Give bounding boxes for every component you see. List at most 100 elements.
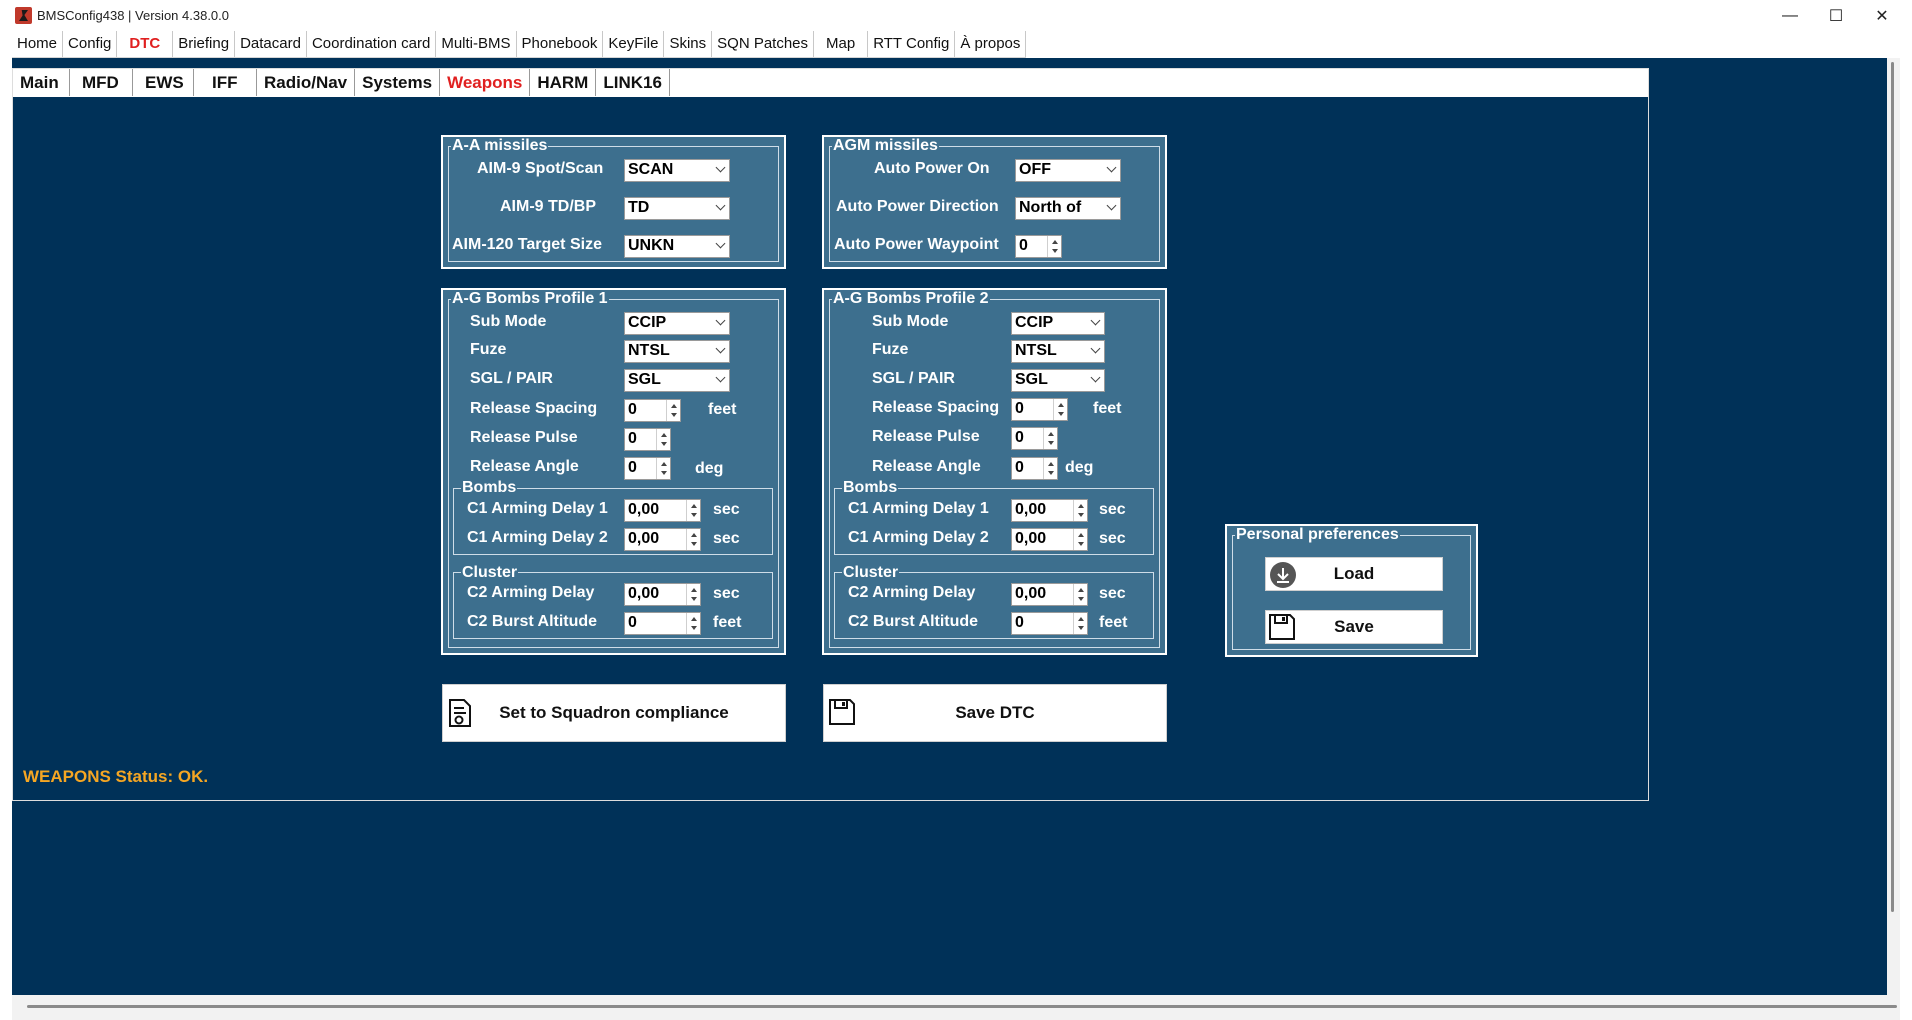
aim9-td-select[interactable]: TD bbox=[624, 197, 730, 220]
p1-release-pulse-value: 0 bbox=[628, 430, 637, 447]
subtab-ews[interactable]: EWS bbox=[133, 69, 194, 96]
auto-power-waypoint-stepper[interactable]: 0 bbox=[1015, 235, 1062, 258]
title-bar: BMSConfig438 | Version 4.38.0.0 — ☐ ✕ bbox=[0, 0, 1912, 31]
p2-c1-delay1-stepper[interactable]: 0,00 bbox=[1011, 499, 1088, 522]
p1-sgl-pair-select[interactable]: SGL bbox=[624, 369, 730, 392]
download-icon bbox=[1270, 562, 1296, 588]
tab-rtt-config[interactable]: RTT Config bbox=[868, 31, 956, 57]
spinner-arrows-icon[interactable] bbox=[1073, 613, 1087, 634]
p1-fuze-label: Fuze bbox=[470, 341, 507, 358]
spinner-arrows-icon[interactable] bbox=[656, 429, 670, 450]
chevron-down-icon bbox=[715, 372, 726, 383]
p1-sub-mode-select[interactable]: CCIP bbox=[624, 312, 730, 335]
subtab-mfd[interactable]: MFD bbox=[70, 69, 133, 96]
minimize-button[interactable]: — bbox=[1767, 0, 1813, 31]
subtab-radio-nav[interactable]: Radio/Nav bbox=[257, 69, 356, 96]
close-button[interactable]: ✕ bbox=[1859, 0, 1905, 31]
subtab-systems[interactable]: Systems bbox=[355, 69, 441, 96]
p2-release-pulse-label: Release Pulse bbox=[872, 428, 980, 445]
p2-c2-burst-unit: feet bbox=[1099, 614, 1128, 631]
tab-keyfile[interactable]: KeyFile bbox=[603, 31, 665, 57]
p1-c2-burst-stepper[interactable]: 0 bbox=[624, 612, 701, 635]
horizontal-scroll-thumb[interactable] bbox=[27, 1005, 1897, 1008]
tab-config[interactable]: Config bbox=[63, 31, 118, 57]
vertical-scroll-thumb[interactable] bbox=[1891, 62, 1894, 912]
subtab-link16[interactable]: LINK16 bbox=[596, 69, 670, 96]
tab-map[interactable]: Map bbox=[814, 31, 869, 57]
p2-sgl-pair-select[interactable]: SGL bbox=[1011, 369, 1105, 392]
tab-a-propos[interactable]: À propos bbox=[955, 31, 1027, 57]
p1-c2-delay-unit: sec bbox=[713, 585, 740, 602]
p1-c2-delay-stepper[interactable]: 0,00 bbox=[624, 583, 701, 606]
p2-release-pulse-stepper[interactable]: 0 bbox=[1011, 427, 1058, 450]
p2-c2-delay-unit: sec bbox=[1099, 585, 1126, 602]
p2-release-angle-stepper[interactable]: 0 bbox=[1011, 457, 1058, 480]
aim120-select[interactable]: UNKN bbox=[624, 235, 730, 258]
p1-c1-delay1-stepper[interactable]: 0,00 bbox=[624, 499, 701, 522]
p2-c1-delay2-stepper[interactable]: 0,00 bbox=[1011, 528, 1088, 551]
subtab-main[interactable]: Main bbox=[13, 69, 70, 96]
horizontal-scrollbar[interactable] bbox=[12, 995, 1900, 1020]
p1-release-angle-label: Release Angle bbox=[470, 458, 579, 475]
load-preferences-button[interactable]: Load bbox=[1265, 557, 1443, 591]
save-dtc-label: Save DTC bbox=[955, 703, 1035, 722]
tab-home[interactable]: Home bbox=[12, 31, 64, 57]
ag-bombs-profile-2-group: A-G Bombs Profile 2 Sub Mode CCIP Fuze N… bbox=[822, 288, 1167, 655]
maximize-button[interactable]: ☐ bbox=[1813, 0, 1859, 31]
p2-c2-delay-stepper[interactable]: 0,00 bbox=[1011, 583, 1088, 606]
p2-sub-mode-select[interactable]: CCIP bbox=[1011, 312, 1105, 335]
tab-multi-bms[interactable]: Multi-BMS bbox=[436, 31, 517, 57]
spinner-arrows-icon[interactable] bbox=[686, 529, 700, 550]
tab-datacard[interactable]: Datacard bbox=[235, 31, 307, 57]
p1-release-pulse-label: Release Pulse bbox=[470, 429, 578, 446]
spinner-arrows-icon[interactable] bbox=[656, 458, 670, 479]
spinner-arrows-icon[interactable] bbox=[1047, 236, 1061, 257]
spinner-arrows-icon[interactable] bbox=[686, 584, 700, 605]
p1-bombs-legend: Bombs bbox=[461, 479, 518, 497]
spinner-arrows-icon[interactable] bbox=[686, 500, 700, 521]
agm-missiles-group: AGM missiles Auto Power On OFF Auto Powe… bbox=[822, 135, 1167, 269]
auto-power-direction-select[interactable]: North of bbox=[1015, 197, 1121, 220]
spinner-arrows-icon[interactable] bbox=[1073, 529, 1087, 550]
p2-c2-burst-value: 0 bbox=[1015, 614, 1024, 631]
spinner-arrows-icon[interactable] bbox=[686, 613, 700, 634]
tab-sqn-patches[interactable]: SQN Patches bbox=[712, 31, 815, 57]
save-dtc-button[interactable]: Save DTC bbox=[823, 684, 1167, 742]
p1-release-angle-value: 0 bbox=[628, 459, 637, 476]
auto-power-on-select[interactable]: OFF bbox=[1015, 159, 1121, 182]
spinner-arrows-icon[interactable] bbox=[1043, 428, 1057, 449]
spinner-arrows-icon[interactable] bbox=[666, 400, 680, 421]
spinner-arrows-icon[interactable] bbox=[1073, 584, 1087, 605]
p1-release-spacing-stepper[interactable]: 0 bbox=[624, 399, 681, 422]
spinner-arrows-icon[interactable] bbox=[1053, 399, 1067, 420]
floppy-disk-icon bbox=[829, 699, 855, 725]
weapons-status-text: WEAPONS Status: OK. bbox=[23, 767, 209, 786]
p1-release-angle-stepper[interactable]: 0 bbox=[624, 457, 671, 480]
spinner-arrows-icon[interactable] bbox=[1043, 458, 1057, 479]
p2-release-spacing-stepper[interactable]: 0 bbox=[1011, 398, 1068, 421]
tab-phonebook[interactable]: Phonebook bbox=[517, 31, 604, 57]
vertical-scrollbar[interactable] bbox=[1887, 58, 1900, 995]
subtab-harm[interactable]: HARM bbox=[530, 69, 597, 96]
tab-coordination-card[interactable]: Coordination card bbox=[307, 31, 437, 57]
p1-c1-delay2-stepper[interactable]: 0,00 bbox=[624, 528, 701, 551]
p2-c2-burst-stepper[interactable]: 0 bbox=[1011, 612, 1088, 635]
dtc-panel: Main MFD EWS IFF Radio/Nav Systems Weapo… bbox=[12, 68, 1649, 801]
p1-c2-delay-value: 0,00 bbox=[628, 585, 660, 602]
squadron-compliance-button[interactable]: Set to Squadron compliance bbox=[442, 684, 786, 742]
p2-bombs-legend: Bombs bbox=[842, 479, 899, 497]
spinner-arrows-icon[interactable] bbox=[1073, 500, 1087, 521]
tab-skins[interactable]: Skins bbox=[664, 31, 713, 57]
p1-c2-burst-unit: feet bbox=[713, 614, 742, 631]
subtab-weapons[interactable]: Weapons bbox=[440, 69, 531, 96]
tab-dtc[interactable]: DTC bbox=[117, 31, 174, 57]
p1-release-pulse-stepper[interactable]: 0 bbox=[624, 428, 671, 451]
subtab-iff[interactable]: IFF bbox=[194, 69, 257, 96]
chevron-down-icon bbox=[1090, 315, 1101, 326]
aim9-spot-select[interactable]: SCAN bbox=[624, 159, 730, 182]
p1-fuze-select[interactable]: NTSL bbox=[624, 340, 730, 363]
save-preferences-button[interactable]: Save bbox=[1265, 610, 1443, 644]
tab-briefing[interactable]: Briefing bbox=[173, 31, 236, 57]
p2-fuze-select[interactable]: NTSL bbox=[1011, 340, 1105, 363]
load-label: Load bbox=[1333, 564, 1375, 583]
